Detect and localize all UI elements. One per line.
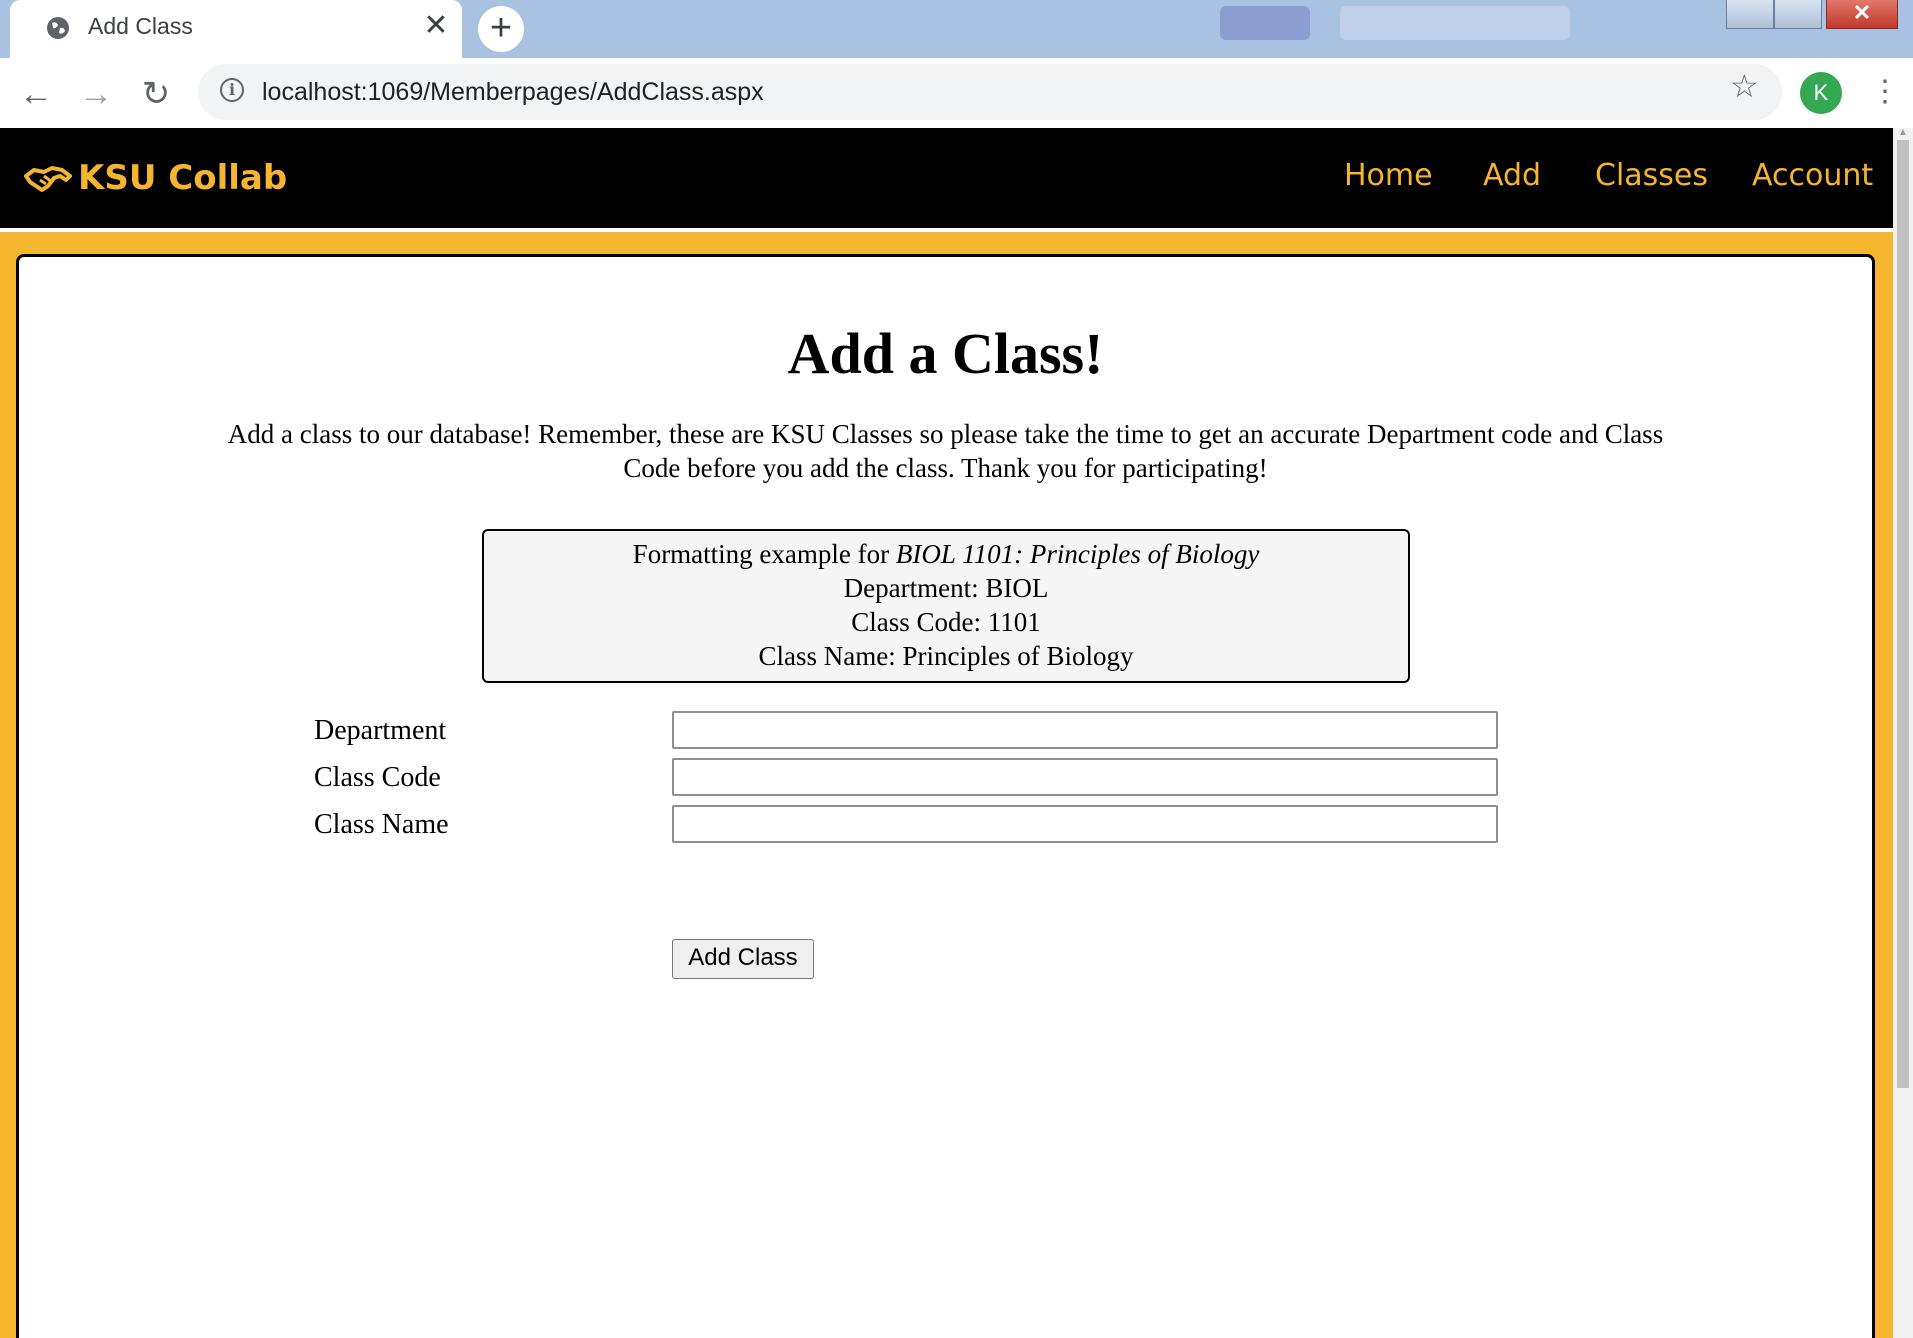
brand-name: KSU Collab (78, 158, 288, 198)
example-heading: Formatting example for BIOL 1101: Princi… (484, 537, 1408, 571)
back-arrow-icon[interactable]: ← (16, 74, 56, 114)
forward-arrow-icon[interactable]: → (76, 74, 116, 114)
intro-text: Add a class to our database! Remember, t… (227, 419, 1664, 483)
window-close-button[interactable]: ✕ (1826, 0, 1898, 29)
scroll-up-arrow-icon[interactable]: ▲ (1897, 128, 1909, 138)
nav-link-home[interactable]: Home (1344, 156, 1433, 196)
browser-menu-icon[interactable]: ⋮ (1870, 70, 1900, 114)
taskbar-icons-blur (1220, 6, 1310, 40)
info-icon[interactable]: i (220, 78, 244, 102)
class-name-input[interactable] (672, 805, 1498, 843)
globe-icon (47, 17, 69, 39)
class-code-input[interactable] (672, 758, 1498, 796)
address-bar[interactable]: i localhost:1069/Memberpages/AddClass.as… (198, 64, 1782, 120)
example-department: Department: BIOL (843, 573, 1049, 603)
nav-link-add[interactable]: Add (1483, 156, 1541, 196)
page-viewport: KSU Collab Home Add Classes Account Add … (0, 128, 1893, 1338)
content-card: Add a Class! I Add a class to our databa… (16, 254, 1875, 1338)
example-prefix: Formatting example for (632, 539, 896, 569)
department-input[interactable] (672, 711, 1498, 749)
example-course: BIOL 1101: Principles of Biology (895, 539, 1260, 569)
url-text[interactable]: localhost:1069/Memberpages/AddClass.aspx (262, 76, 764, 108)
tab-title: Add Class (88, 13, 193, 39)
browser-tabstrip: Add Class ✕ + ✕ (0, 0, 1913, 58)
site-navbar: KSU Collab Home Add Classes Account (0, 128, 1893, 228)
class-code-label: Class Code (314, 762, 441, 793)
nav-link-account[interactable]: Account (1752, 156, 1873, 196)
window-minimize-button[interactable] (1726, 0, 1774, 29)
browser-tab-active[interactable]: Add Class ✕ (10, 0, 462, 58)
tab-close-icon[interactable]: ✕ (420, 10, 452, 42)
nav-link-classes[interactable]: Classes (1595, 156, 1708, 196)
example-class-name: Class Name: Principles of Biology (758, 641, 1134, 671)
site-brand[interactable]: KSU Collab (24, 150, 287, 206)
page-scrollbar[interactable]: ▲ (1893, 128, 1913, 1338)
profile-avatar[interactable]: K (1800, 72, 1842, 114)
scrollbar-thumb[interactable] (1897, 140, 1909, 1088)
class-name-label: Class Name (314, 809, 449, 840)
handshake-icon (24, 165, 72, 192)
page-title: Add a Class! (787, 321, 1104, 386)
search-box-blur (1340, 6, 1570, 40)
add-class-button[interactable]: Add Class (672, 939, 814, 979)
window-restore-button[interactable] (1774, 0, 1822, 29)
browser-toolbar: ← → ↻ i localhost:1069/Memberpages/AddCl… (0, 58, 1913, 128)
new-tab-button[interactable]: + (478, 6, 524, 52)
department-label: Department (314, 715, 447, 746)
reload-icon[interactable]: ↻ (136, 74, 176, 114)
example-class-code: Class Code: 1101 (851, 607, 1041, 637)
bookmark-star-icon[interactable]: ☆ (1730, 68, 1759, 104)
navbar-divider (0, 228, 1893, 232)
formatting-example-box: Formatting example for BIOL 1101: Princi… (482, 529, 1410, 683)
